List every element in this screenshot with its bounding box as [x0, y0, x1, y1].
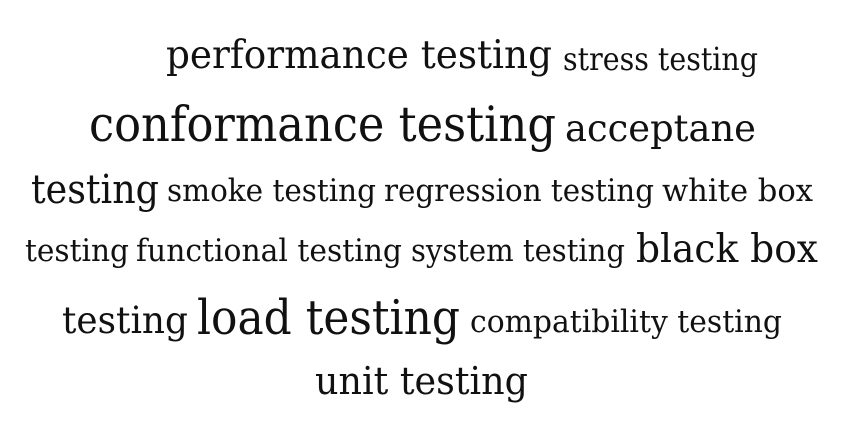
word-white-box: white box [662, 173, 813, 209]
word-testing-2: testing [25, 233, 129, 269]
word-system-testing: system testing [411, 233, 625, 269]
word-acceptane: acceptane [565, 107, 756, 150]
word-black-box: black box [636, 227, 818, 272]
word-regression-testing: regression testing [384, 173, 654, 209]
word-stress-testing: stress testing [563, 40, 758, 78]
word-load-testing: load testing [197, 290, 460, 346]
word-unit-testing: unit testing [315, 359, 528, 403]
word-performance-testing: performance testing [166, 33, 552, 78]
word-testing-3: testing [62, 299, 188, 342]
word-functional-testing: functional testing [136, 233, 402, 269]
word-compatibility-testing: compatibility testing [470, 304, 782, 340]
word-testing-1: testing [31, 167, 159, 213]
word-conformance-testing: conformance testing [89, 96, 556, 153]
word-smoke-testing: smoke testing [167, 173, 376, 209]
word-cloud: performance testing stress testing confo… [0, 0, 856, 440]
